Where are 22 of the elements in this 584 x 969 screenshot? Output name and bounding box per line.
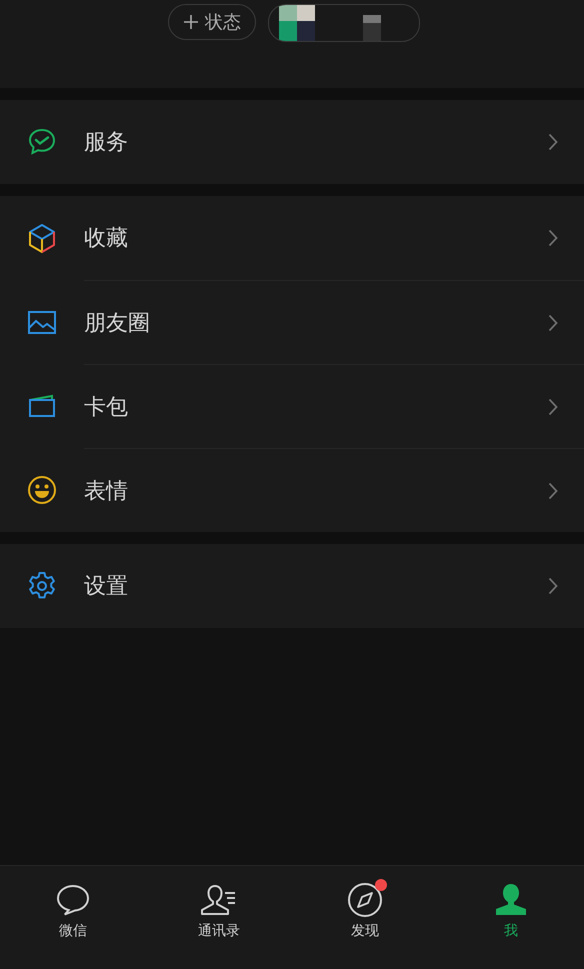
- chevron-icon: [548, 229, 558, 247]
- tab[interactable]: 发现: [292, 866, 438, 969]
- chevron-icon: [548, 398, 558, 416]
- plus-icon: [183, 14, 199, 30]
- chevron-icon: [548, 577, 558, 595]
- tab[interactable]: 我: [438, 866, 584, 969]
- menu-item[interactable]: 设置: [0, 544, 584, 628]
- chevron-icon: [548, 133, 558, 151]
- menu-item[interactable]: 服务: [0, 100, 584, 184]
- speech-bubble-icon: [55, 883, 91, 917]
- chevron-icon: [548, 482, 558, 500]
- menu-item[interactable]: 卡包: [0, 364, 584, 448]
- person-icon: [493, 883, 529, 917]
- compass-icon: [347, 882, 383, 918]
- cube-icon: [26, 222, 58, 254]
- chevron-icon: [548, 314, 558, 332]
- tab[interactable]: 通讯录: [146, 866, 292, 969]
- menu-item[interactable]: 收藏: [0, 196, 584, 280]
- tab[interactable]: 微信: [0, 866, 146, 969]
- menu-item[interactable]: 朋友圈: [0, 280, 584, 364]
- smiley-icon: [26, 474, 58, 506]
- status-button[interactable]: 状态: [168, 4, 256, 40]
